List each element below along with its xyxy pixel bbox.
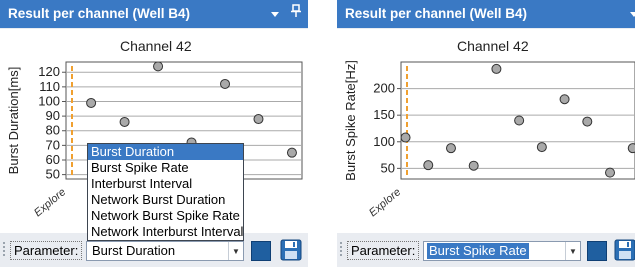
panel-titlebar[interactable]: Result per channel (Well B4) [0,0,308,28]
parameter-dropdown-list: Burst Duration Burst Spike Rate Interburst… [87,143,244,241]
parameter-label: Parameter: [347,241,420,260]
dropdown-option[interactable]: Burst Spike Rate [88,160,243,176]
parameter-select[interactable]: Burst Duration ▼ [86,241,244,261]
y-tick-label: 100 [38,93,60,108]
data-point[interactable] [514,115,525,126]
y-tick-label: 150 [373,107,395,122]
dropdown-option[interactable]: Network Burst Spike Rate [88,208,243,224]
dropdown-option[interactable]: Burst Duration [88,144,243,160]
y-tick-label: 90 [46,108,60,123]
dropdown-option[interactable]: Network Burst Duration [88,192,243,208]
y-tick-label: 70 [46,137,60,152]
save-icon [614,239,635,261]
dropdown-arrow-icon[interactable] [629,0,635,28]
data-point[interactable] [220,78,231,89]
data-point[interactable] [491,63,502,74]
y-tick-label: 100 [373,134,395,149]
parameter-toolbar: Parameter: Burst Spike Rate ▼ [337,234,635,267]
scatter-chart[interactable]: 50 100 150 200 Burst Spike Rate[Hz] Explore [337,29,635,233]
data-point[interactable] [401,132,411,143]
data-point[interactable] [153,62,164,72]
y-tick-label: 50 [381,160,395,175]
data-point[interactable] [86,97,97,108]
data-point[interactable] [286,147,297,158]
save-button[interactable] [280,239,302,261]
parameter-select-value: Burst Spike Rate [427,243,529,259]
explore-label[interactable]: Explore [367,186,403,219]
chevron-down-icon[interactable]: ▼ [228,242,243,260]
save-icon [280,239,302,261]
panel-title: Result per channel (Well B4) [345,6,528,21]
y-tick-label: 60 [46,152,60,167]
y-axis-label: Burst Spike Rate[Hz] [343,60,358,181]
explore-label[interactable]: Explore [32,186,68,219]
y-tick-label: 120 [38,64,60,79]
data-point[interactable] [627,143,635,154]
toolbar-grip[interactable] [3,242,5,258]
dropdown-arrow-icon[interactable] [270,0,280,28]
toolbar-grip[interactable] [340,242,342,258]
dropdown-option[interactable]: Interburst Interval [88,176,243,192]
data-point[interactable] [445,143,456,154]
y-axis-label: Burst Duration[ms] [6,67,21,175]
data-point[interactable] [253,114,264,125]
panel-title: Result per channel (Well B4) [8,6,191,21]
color-button[interactable] [251,241,271,261]
result-panel-right: Result per channel (Well B4) Channel 42 … [337,0,635,267]
chart-area: Channel 42 50 100 150 200 Burst Spike Rate[H… [337,29,635,233]
panel-titlebar[interactable]: Result per channel (Well B4) [337,0,635,28]
parameter-select-value: Burst Duration [92,243,176,258]
y-tick-label: 110 [39,79,60,94]
data-point[interactable] [468,160,479,171]
parameter-select[interactable]: Burst Spike Rate ▼ [423,241,581,261]
data-point[interactable] [605,167,616,178]
save-button[interactable] [614,239,635,261]
data-point[interactable] [423,160,434,171]
pin-icon[interactable] [290,0,302,28]
data-point[interactable] [536,142,547,153]
data-point[interactable] [559,94,570,105]
y-tick-label: 50 [46,167,60,182]
result-panel-left: Result per channel (Well B4) Channel 42 … [0,0,308,267]
color-button[interactable] [587,241,607,261]
data-point[interactable] [582,116,593,127]
parameter-label: Parameter: [10,241,83,260]
chevron-down-icon[interactable]: ▼ [565,242,580,260]
dropdown-option[interactable]: Network Interburst Interval [88,224,243,240]
data-point[interactable] [119,116,130,127]
y-tick-label: 80 [46,123,60,138]
y-tick-label: 200 [373,81,395,96]
